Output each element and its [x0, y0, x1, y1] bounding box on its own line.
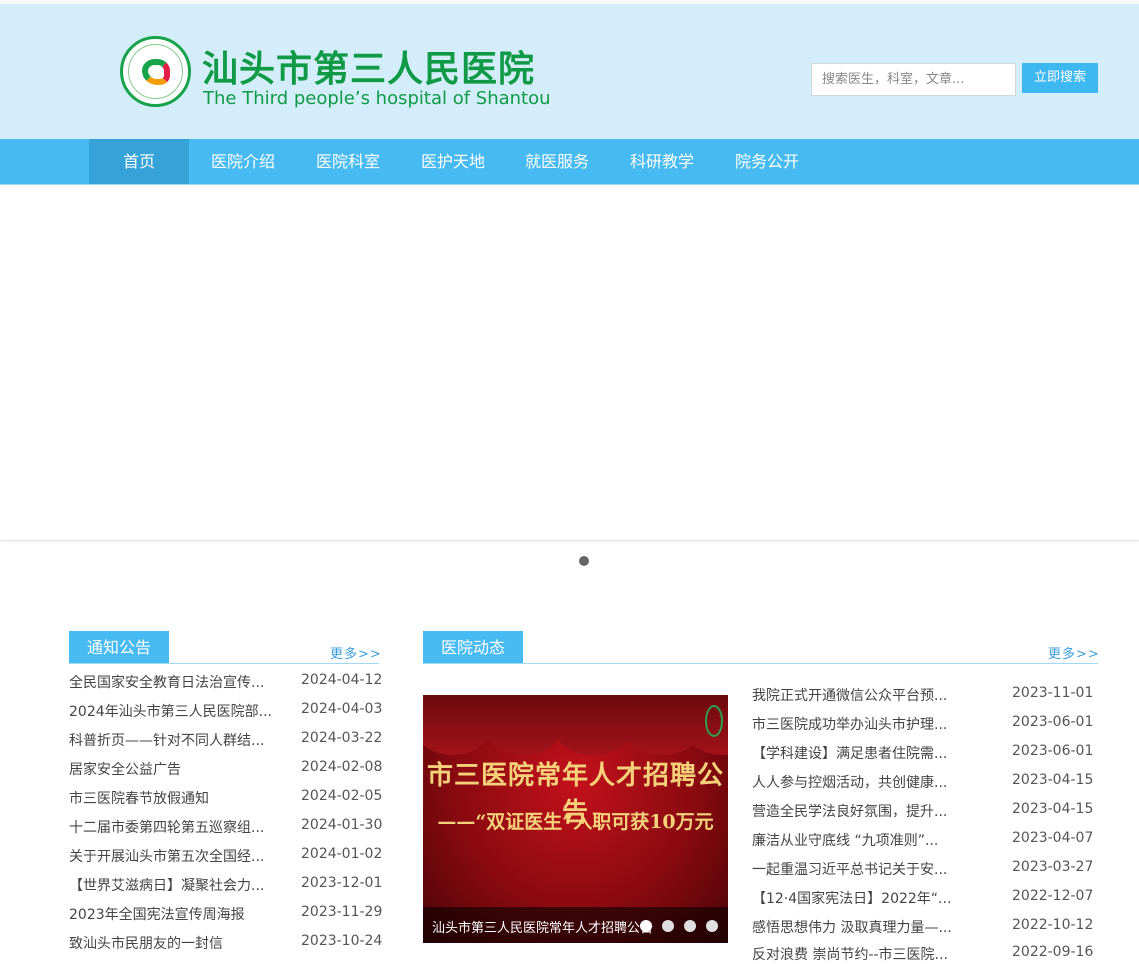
news-date: 2023-11-01: [1012, 685, 1094, 701]
nav-item-patient-services[interactable]: 就医服务: [507, 139, 607, 184]
notice-date: 2024-03-22: [301, 730, 383, 746]
nav-item-medical-staff[interactable]: 医护天地: [403, 139, 503, 184]
featured-subline: ——“双证医生”入职可获10万元: [437, 811, 714, 833]
notice-title[interactable]: 市三医院春节放假通知: [69, 788, 274, 808]
main-nav: 首页 医院介绍 医院科室 医护天地 就医服务 科研教学 院务公开: [0, 139, 1139, 185]
news-title[interactable]: 【学科建设】满足患者住院需...: [752, 743, 957, 763]
notice-date: 2024-01-02: [301, 846, 383, 862]
nav-item-research-teaching[interactable]: 科研教学: [612, 139, 712, 184]
notice-date: 2024-04-03: [301, 701, 383, 717]
notice-date: 2023-12-01: [301, 875, 383, 891]
notice-title[interactable]: 致汕头市民朋友的一封信: [69, 933, 274, 953]
banner-carousel[interactable]: [0, 185, 1139, 541]
notice-title[interactable]: 2023年全国宪法宣传周海报: [69, 904, 274, 924]
banner-pagination-dot[interactable]: [579, 556, 589, 566]
notices-divider: [69, 663, 379, 664]
hospital-emblem-icon[interactable]: [120, 36, 191, 107]
news-date: 2022-09-16: [1012, 944, 1094, 960]
notice-title[interactable]: 十二届市委第四轮第五巡察组...: [69, 817, 274, 837]
slide-dot[interactable]: [706, 920, 718, 932]
notice-title[interactable]: 科普折页——针对不同人群结...: [69, 730, 274, 750]
notice-title[interactable]: 关于开展汕头市第五次全国经...: [69, 846, 274, 866]
news-date: 2022-10-12: [1012, 917, 1094, 933]
news-date: 2023-03-27: [1012, 859, 1094, 875]
notice-date: 2024-02-08: [301, 759, 383, 775]
notice-date: 2024-01-30: [301, 817, 383, 833]
news-divider: [423, 663, 1098, 664]
news-date: 2022-12-07: [1012, 888, 1094, 904]
news-date: 2023-04-15: [1012, 801, 1094, 817]
notice-date: 2023-10-24: [301, 933, 383, 949]
notices-section-title: 通知公告: [69, 631, 169, 664]
search-button[interactable]: 立即搜索: [1022, 63, 1098, 93]
featured-caption-bar: 汕头市第三人民医院常年人才招聘公告: [423, 907, 728, 943]
notice-title[interactable]: 【世界艾滋病日】凝聚社会力...: [69, 875, 274, 895]
hospital-emblem-icon: [705, 705, 723, 737]
nav-item-departments[interactable]: 医院科室: [298, 139, 398, 184]
notice-date: 2023-11-29: [301, 904, 383, 920]
news-section-title: 医院动态: [423, 631, 523, 664]
news-date: 2023-06-01: [1012, 714, 1094, 730]
slide-dot[interactable]: [662, 920, 674, 932]
slide-dot[interactable]: [684, 920, 696, 932]
hospital-name-en[interactable]: The Third people’s hospital of Shantou: [203, 88, 551, 109]
news-title[interactable]: 反对浪费 崇尚节约--市三医院...: [752, 944, 957, 964]
news-title[interactable]: 市三医院成功举办汕头市护理...: [752, 714, 957, 734]
news-title[interactable]: 我院正式开通微信公众平台预...: [752, 685, 957, 705]
news-title[interactable]: 廉洁从业守底线 “九项准则”...: [752, 830, 957, 850]
search-input[interactable]: [811, 63, 1016, 96]
featured-news-slideshow[interactable]: 市三医院常年人才招聘公告 ——“双证医生”入职可获10万元 汕头市第三人民医院常…: [423, 695, 728, 943]
notices-more-link[interactable]: 更多>>: [330, 643, 382, 662]
notice-title[interactable]: 居家安全公益广告: [69, 759, 274, 779]
news-title[interactable]: 一起重温习近平总书记关于安...: [752, 859, 957, 879]
nav-item-home[interactable]: 首页: [89, 139, 189, 184]
site-header: 汕头市第三人民医院 The Third people’s hospital of…: [0, 0, 1139, 139]
news-date: 2023-06-01: [1012, 743, 1094, 759]
hospital-name-cn[interactable]: 汕头市第三人民医院: [202, 40, 535, 92]
notice-title[interactable]: 全民国家安全教育日法治宣传...: [69, 672, 274, 692]
notice-date: 2024-04-12: [301, 672, 383, 688]
nav-item-hospital-affairs[interactable]: 院务公开: [717, 139, 817, 184]
news-title[interactable]: 【12·4国家宪法日】2022年“...: [752, 888, 957, 908]
notice-date: 2024-02-05: [301, 788, 383, 804]
news-title[interactable]: 感悟思想伟力 汲取真理力量—...: [752, 917, 957, 937]
news-title[interactable]: 营造全民学法良好氛围，提升...: [752, 801, 957, 821]
news-more-link[interactable]: 更多>>: [1048, 643, 1100, 662]
notice-title[interactable]: 2024年汕头市第三人民医院部...: [69, 701, 274, 721]
nav-item-about[interactable]: 医院介绍: [193, 139, 293, 184]
news-date: 2023-04-15: [1012, 772, 1094, 788]
news-date: 2023-04-07: [1012, 830, 1094, 846]
news-title[interactable]: 人人参与控烟活动，共创健康...: [752, 772, 957, 792]
slide-dot[interactable]: [640, 920, 652, 932]
featured-caption[interactable]: 汕头市第三人民医院常年人才招聘公告: [432, 917, 653, 936]
